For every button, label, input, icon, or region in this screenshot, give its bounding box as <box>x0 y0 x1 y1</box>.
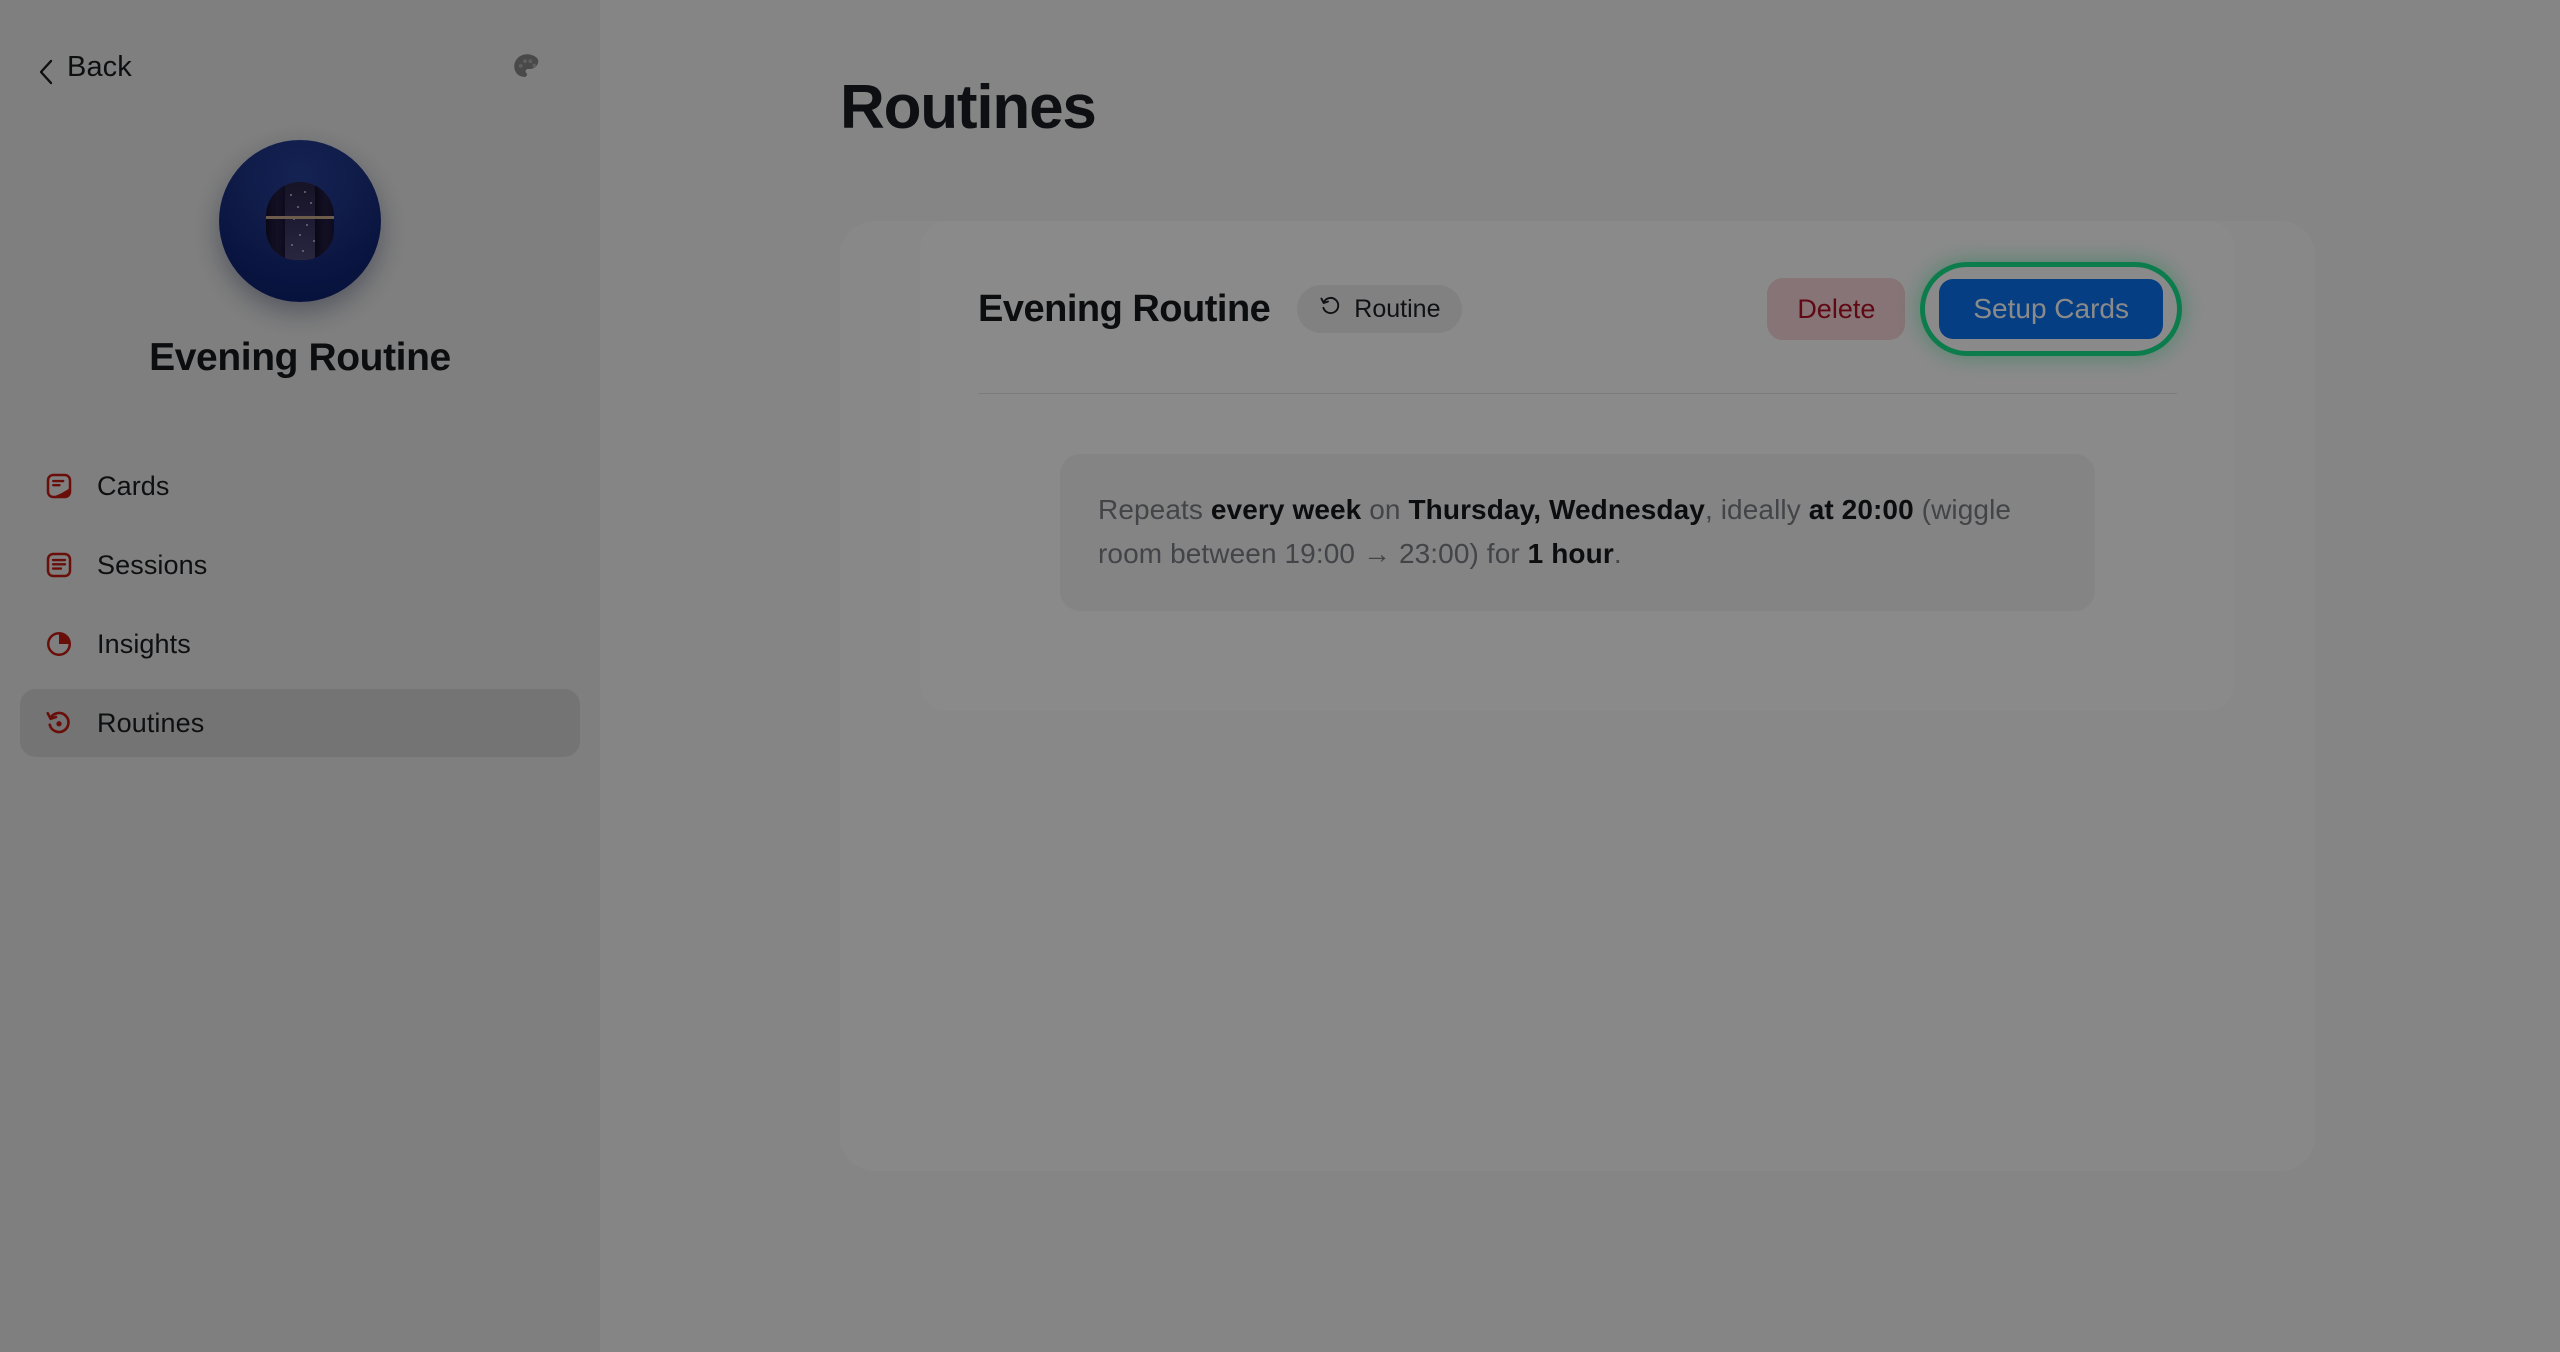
routine-card: Evening Routine Routine Delete Setup Car… <box>920 221 2235 711</box>
status-badge-label: Routine <box>1354 294 1441 323</box>
sidebar-item-routines[interactable]: Routines <box>20 689 580 757</box>
schedule-seg: on <box>1361 494 1409 525</box>
sidebar-header: Back <box>0 0 600 90</box>
schedule-frequency: every week <box>1210 494 1362 525</box>
avatar-wrap <box>0 140 600 302</box>
sidebar-item-label: Cards <box>97 470 170 501</box>
schedule-duration: 1 hour <box>1527 537 1614 569</box>
back-label: Back <box>67 50 132 83</box>
schedule-text: Repeats every week on Thursday, Wednesda… <box>1098 488 2057 575</box>
routines-panel: Evening Routine Routine Delete Setup Car… <box>840 221 2315 1171</box>
status-badge: Routine <box>1297 285 1463 333</box>
avatar <box>219 140 381 302</box>
sidebar-item-cards[interactable]: Cards <box>20 452 580 520</box>
schedule-seg: . <box>1613 537 1622 569</box>
delete-button[interactable]: Delete <box>1767 278 1906 340</box>
main-content: Routines Evening Routine Routine Delete … <box>600 0 2560 1352</box>
schedule-summary: Repeats every week on Thursday, Wednesda… <box>1060 454 2095 612</box>
session-note-icon <box>43 549 75 581</box>
sidebar-nav: Cards Sessions Insights Routines <box>0 452 600 757</box>
pie-chart-icon <box>43 628 75 660</box>
routine-card-header-left: Evening Routine Routine <box>978 285 1463 333</box>
back-button[interactable]: Back <box>38 50 132 85</box>
routine-title: Evening Routine <box>978 287 1271 330</box>
chevron-left-icon <box>38 59 54 85</box>
sidebar-item-label: Sessions <box>97 549 208 580</box>
schedule-seg: Repeats <box>1098 494 1211 525</box>
sidebar-title: Evening Routine <box>149 336 451 379</box>
sidebar-item-insights[interactable]: Insights <box>20 610 580 678</box>
app-root: Back Evening Routine Cards Sessions Insi… <box>0 0 2560 1352</box>
schedule-seg: , ideally <box>1704 494 1809 525</box>
rotate-ccw-icon <box>1319 294 1343 325</box>
sidebar-item-label: Insights <box>97 628 191 659</box>
history-restore-icon <box>43 707 75 739</box>
setup-cards-highlight: Setup Cards <box>1925 267 2177 351</box>
night-window-icon <box>266 182 334 260</box>
card-note-icon <box>43 470 75 502</box>
schedule-days: Thursday, Wednesday <box>1408 494 1705 525</box>
schedule-time: at 20:00 <box>1808 494 1914 525</box>
sidebar-item-label: Routines <box>97 707 205 738</box>
card-divider <box>978 393 2177 394</box>
palette-icon[interactable] <box>504 44 550 90</box>
routine-card-header: Evening Routine Routine Delete Setup Car… <box>978 267 2177 351</box>
page-title: Routines <box>840 73 1097 142</box>
routine-card-actions: Delete Setup Cards <box>1767 267 2177 351</box>
sidebar: Back Evening Routine Cards Sessions Insi… <box>0 0 600 1352</box>
setup-cards-button[interactable]: Setup Cards <box>1939 279 2163 339</box>
sidebar-item-sessions[interactable]: Sessions <box>20 531 580 599</box>
